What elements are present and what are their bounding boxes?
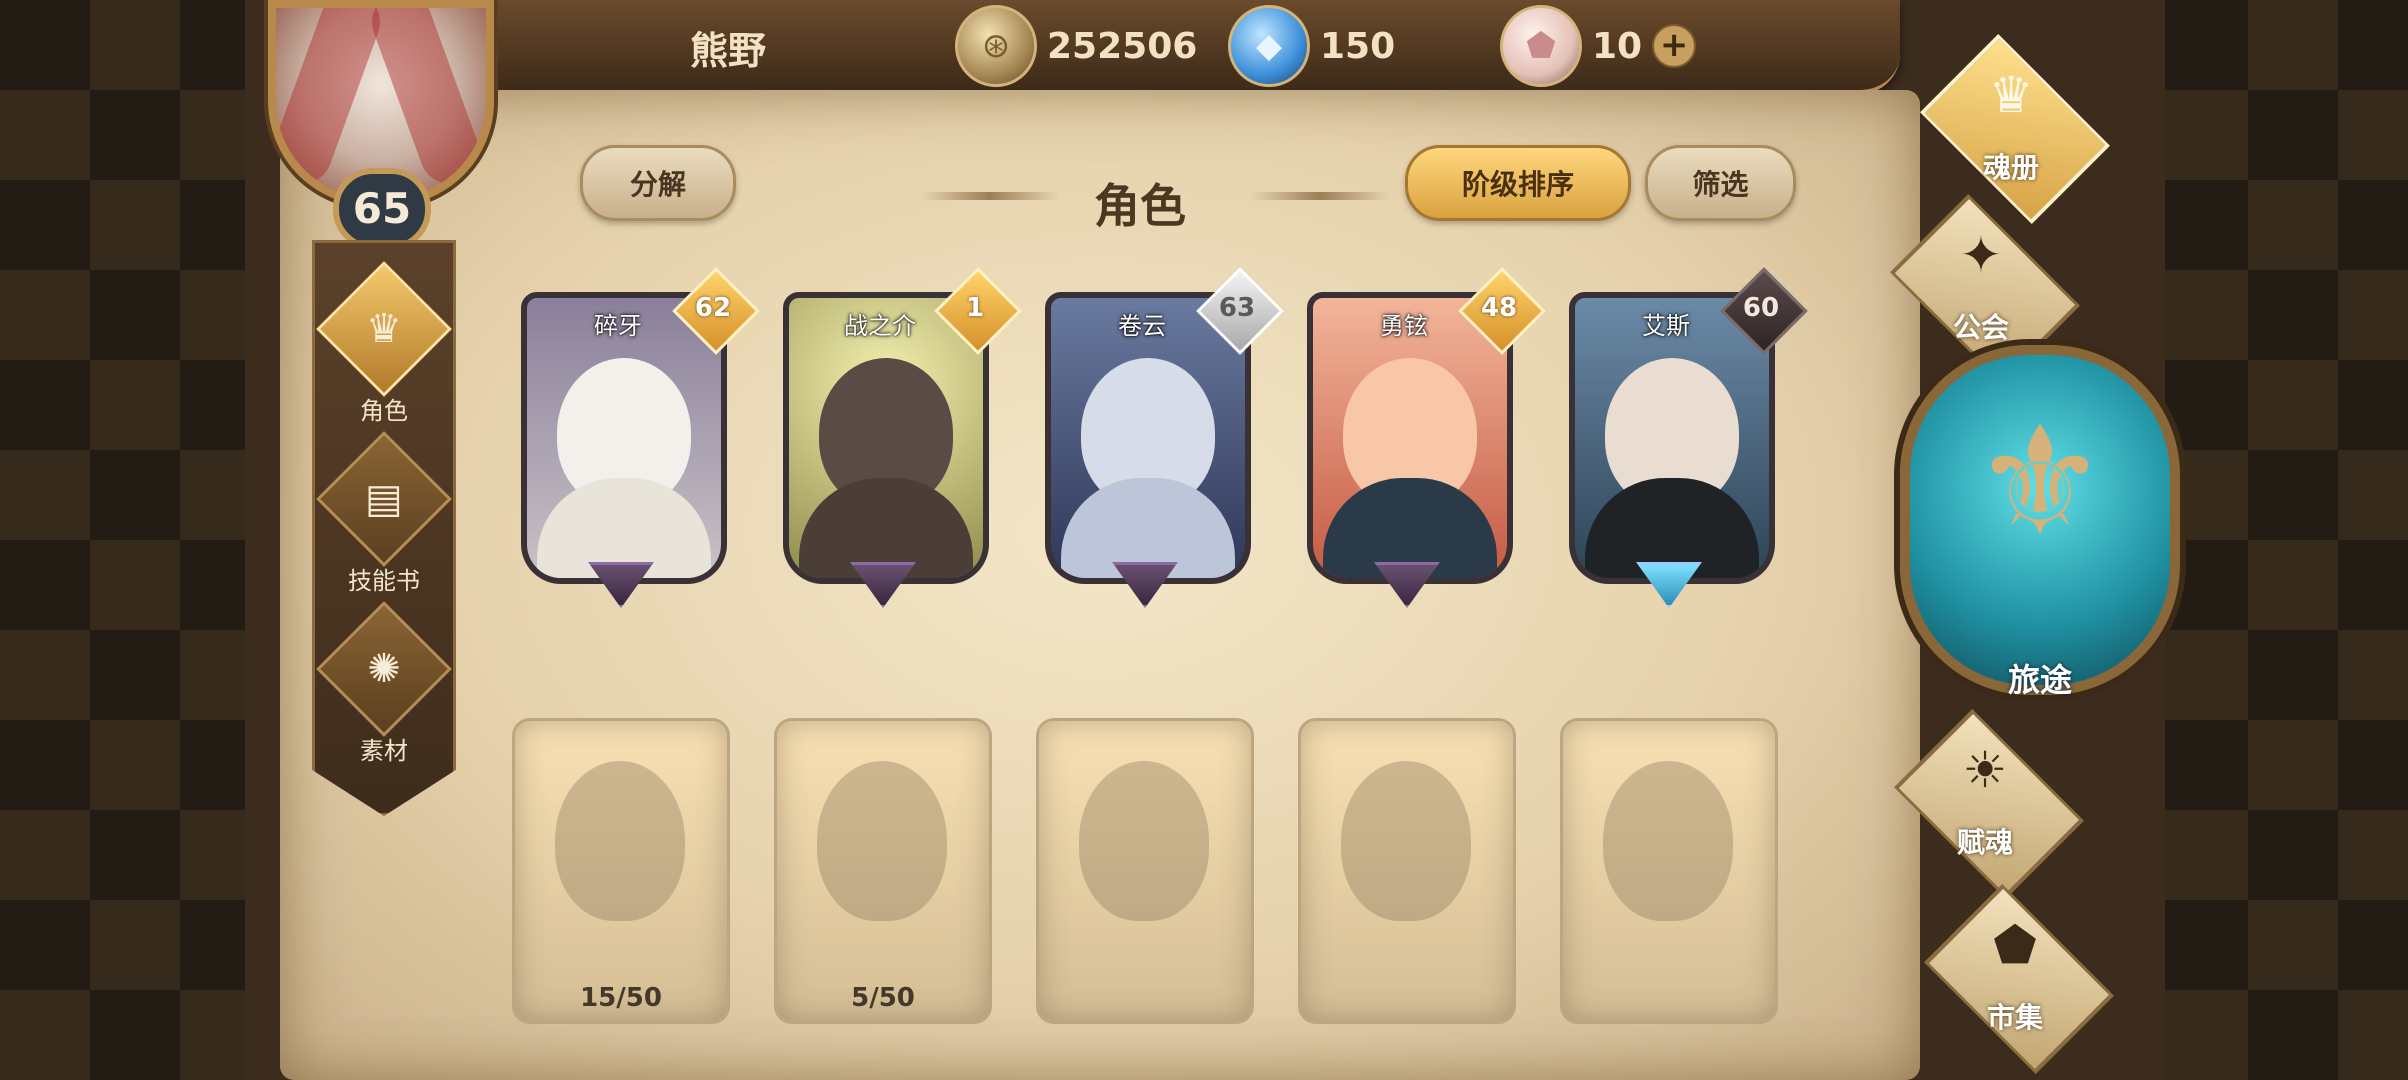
locked-portrait <box>1079 761 1209 921</box>
helmet-icon: ♛ <box>1988 66 2034 124</box>
player-level-badge: 65 <box>333 168 431 250</box>
character-card[interactable]: 战之介 1 <box>775 267 1022 608</box>
gem-value: 10 <box>1592 25 1643 67</box>
locked-portrait <box>817 761 947 921</box>
character-card[interactable]: 碎牙 62 <box>513 267 760 608</box>
add-gem-button[interactable]: + <box>1652 24 1697 68</box>
helmet-icon: ♛ <box>366 305 402 352</box>
journey-emblem-icon: ⚜ <box>1972 395 2108 569</box>
nav-soul-grant[interactable]: ☀ 赋魂 <box>1880 709 2090 899</box>
nav-soul-book[interactable]: ♛ 魂册 <box>1906 34 2116 224</box>
right-background <box>2158 0 2408 1080</box>
title-ornament-left <box>920 192 1060 200</box>
nav-journey[interactable]: ⚜ 旅途 <box>1900 345 2180 699</box>
locked-portrait <box>1341 761 1471 921</box>
character-level: 1 <box>965 293 985 323</box>
player-name: 熊野 <box>690 29 767 73</box>
rank-sort-button[interactable]: 阶级排序 <box>1405 145 1631 221</box>
locked-character-card[interactable]: 5/50 <box>774 718 992 1024</box>
player-avatar-frame[interactable]: 65 <box>248 0 518 250</box>
flame-icon: ☀ <box>1962 741 2008 799</box>
guild-emblem-icon: ✦ <box>1960 226 2002 284</box>
decompose-button[interactable]: 分解 <box>580 145 736 221</box>
blue-crystal-icon: ◆ <box>1228 5 1310 87</box>
nav-guild[interactable]: ✦ 公会 <box>1876 194 2086 384</box>
locked-portrait <box>555 761 685 921</box>
shard-progress: 15/50 <box>580 983 662 1013</box>
character-level: 48 <box>1480 293 1518 323</box>
character-card[interactable]: 卷云 63 <box>1037 267 1284 608</box>
character-level: 60 <box>1742 293 1780 323</box>
menu-item-skill-book[interactable]: ▤ 技能书 <box>315 431 453 595</box>
gold-resource: ⊛ 252506 <box>955 5 1198 87</box>
title-ornament-right <box>1250 192 1390 200</box>
crystal-value: 150 <box>1320 25 1396 67</box>
locked-character-card[interactable] <box>1036 718 1254 1024</box>
menu-item-character[interactable]: ♛ 角色 <box>315 261 453 425</box>
market-gem-icon: ⬟ <box>1993 916 2037 974</box>
shard-progress: 5/50 <box>851 983 915 1013</box>
nav-label: 赋魂 <box>1956 826 2013 859</box>
character-level: 62 <box>694 293 732 323</box>
locked-portrait <box>1603 761 1733 921</box>
character-card[interactable]: 勇铉 48 <box>1299 267 1546 608</box>
left-background <box>0 0 250 1080</box>
locked-character-card[interactable] <box>1560 718 1778 1024</box>
gold-coin-icon: ⊛ <box>955 5 1037 87</box>
character-card[interactable]: 艾斯 60 <box>1561 267 1808 608</box>
nav-label: 魂册 <box>1982 151 2039 184</box>
menu-item-material[interactable]: ✺ 素材 <box>315 601 453 765</box>
gold-value: 252506 <box>1047 25 1198 67</box>
nav-label: 旅途 <box>2007 661 2072 699</box>
locked-character-card[interactable]: 15/50 <box>512 718 730 1024</box>
material-icon: ✺ <box>367 645 401 692</box>
skill-book-icon: ▤ <box>365 475 403 522</box>
left-menu: ♛ 角色 ▤ 技能书 ✺ 素材 <box>312 240 456 816</box>
gem-resource: ⬟ 10 + <box>1500 5 1697 87</box>
pink-gem-icon: ⬟ <box>1500 5 1582 87</box>
panel-title: 角色 <box>1094 179 1186 233</box>
filter-button[interactable]: 筛选 <box>1645 145 1796 221</box>
nav-market[interactable]: ⬟ 市集 <box>1910 884 2120 1074</box>
locked-character-card[interactable] <box>1298 718 1516 1024</box>
nav-label: 市集 <box>1986 1001 2043 1034</box>
character-level: 63 <box>1218 293 1256 323</box>
crystal-resource: ◆ 150 <box>1228 5 1396 87</box>
nav-label: 公会 <box>1952 311 2009 344</box>
